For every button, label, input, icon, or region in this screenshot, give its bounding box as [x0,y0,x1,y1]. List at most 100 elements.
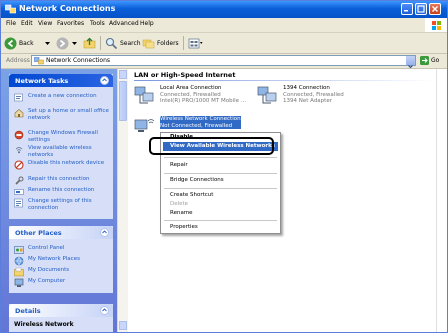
connection-text: 1394 Connection Connected, Firewalled 13… [283,85,344,105]
content-right-gutter [436,69,447,332]
collapse-button[interactable] [100,76,109,85]
menu-properties[interactable]: Properties [170,224,198,230]
place-label: My Computer [28,278,66,284]
forward-dropdown[interactable] [72,36,77,50]
place-my-computer[interactable]: My Computer [14,278,110,288]
wireless-icon [15,147,23,154]
menu-advanced[interactable]: Advanced [109,20,139,27]
folders-label: Folders [157,39,179,47]
task-pane: Network Tasks Create a new connection Se… [1,69,117,332]
forward-button[interactable] [56,36,69,50]
menu-view[interactable]: View [38,20,52,27]
menu-separator [164,157,277,158]
documents-folder-icon [14,267,24,277]
up-folder-button[interactable] [83,36,96,50]
task-home-network[interactable]: Set up a home or small office network [14,108,110,121]
network-tasks-header[interactable]: Network Tasks [9,74,113,87]
computer-icon [14,278,24,287]
menu-help[interactable]: Help [140,20,154,27]
task-view-wireless[interactable]: View available wireless networks [14,145,110,158]
menu-edit[interactable]: Edit [21,20,33,27]
task-label: Create a new connection [28,93,97,99]
menu-separator [164,220,277,221]
search-button[interactable]: Search [105,36,141,50]
chevron-up-icon [102,78,107,82]
scroll-thumb[interactable] [119,81,127,121]
menu-separator [164,173,277,174]
chevron-down-icon [72,41,77,45]
group-divider [134,80,434,81]
task-disable-device[interactable]: Disable this network device [14,160,110,170]
views-icon [188,38,203,48]
title-bar[interactable]: Network Connections [1,1,447,18]
task-label: Disable this network device [28,160,105,166]
details-item: Wireless Network [14,321,110,329]
scroll-up-button[interactable] [119,70,127,84]
close-button[interactable] [429,3,441,15]
address-bar: Address Network Connections Go [1,54,447,69]
menu-file[interactable]: File [6,20,16,27]
toolbar-separator [100,36,101,50]
connection-status: Not Connected, Firewalled [160,122,241,129]
menu-tools[interactable]: Tools [90,20,105,27]
network-places-icon [14,256,24,266]
place-label: Control Panel [28,245,65,251]
place-my-documents[interactable]: My Documents [14,267,110,277]
address-input[interactable]: Network Connections [31,55,416,69]
collapse-button[interactable] [100,228,109,237]
home-network-icon [14,109,24,118]
highlight-callout [149,137,274,155]
go-button[interactable]: Go [420,56,439,65]
address-dropdown[interactable] [406,56,415,69]
details-panel: Details Wireless Network [9,304,113,332]
menu-bar: File Edit View Favorites Tools Advanced … [1,18,447,33]
task-repair-connection[interactable]: Repair this connection [14,176,110,186]
task-change-settings[interactable]: Change settings of this connection [14,198,110,211]
maximize-button[interactable] [415,3,427,15]
task-firewall-settings[interactable]: Change Windows Firewall settings [14,130,110,143]
details-header[interactable]: Details [9,304,113,317]
network-connections-window: Network Connections File Edit View Favor… [0,0,448,333]
1394-connection-icon [257,86,277,104]
views-button[interactable] [188,36,204,50]
task-label: View available wireless networks [28,145,92,158]
other-places-header[interactable]: Other Places [9,226,113,239]
connection-device: Intel(R) PRO/1000 MT Mobile ... [160,98,246,104]
rename-icon [14,189,24,195]
repair-icon [15,176,24,185]
task-label: Change Windows Firewall settings [28,130,98,143]
place-label: My Documents [28,267,70,273]
place-control-panel[interactable]: Control Panel [14,245,110,255]
forward-arrow-icon [56,37,69,49]
network-connections-icon [5,4,16,14]
task-label: Change settings of this connection [28,198,92,211]
chevron-up-icon [102,308,107,312]
place-my-network-places[interactable]: My Network Places [14,256,110,266]
control-panel-icon [14,246,24,254]
task-rename-connection[interactable]: Rename this connection [14,187,110,197]
menu-separator [164,188,277,189]
go-arrow-icon [420,56,429,65]
back-dropdown[interactable] [45,36,50,50]
task-label: Rename this connection [28,187,95,193]
go-label: Go [431,57,440,64]
close-icon [432,6,438,12]
menu-create-shortcut[interactable]: Create Shortcut [170,192,213,198]
menu-favorites[interactable]: Favorites [57,20,84,27]
disable-icon [14,160,24,170]
minimize-icon [404,10,408,12]
menu-bridge-connections[interactable]: Bridge Connections [170,177,224,183]
other-places-title: Other Places [15,229,62,237]
menu-rename[interactable]: Rename [170,210,193,216]
collapse-button[interactable] [100,306,109,315]
task-pane-scrollbar[interactable] [117,69,128,332]
scroll-down-button[interactable] [119,321,127,330]
address-label: Address [6,57,30,64]
back-button[interactable]: Back [4,36,34,50]
task-create-connection[interactable]: Create a new connection [14,93,110,103]
network-tasks-title: Network Tasks [15,77,69,85]
search-label: Search [120,39,141,47]
minimize-button[interactable] [401,3,413,15]
folders-button[interactable]: Folders [142,36,179,50]
menu-repair[interactable]: Repair [170,162,188,168]
